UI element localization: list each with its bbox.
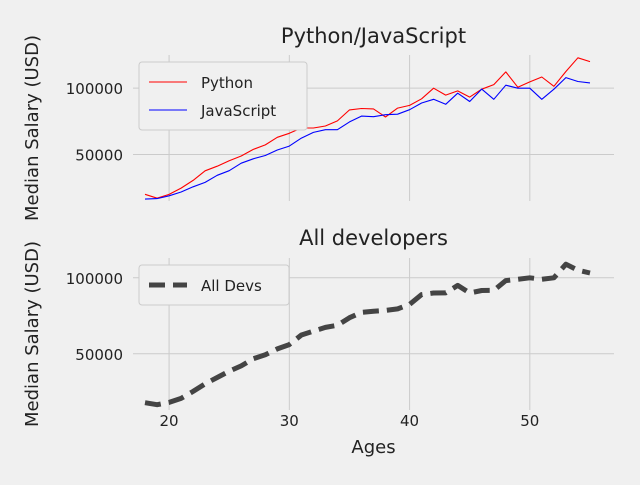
chart-title: All developers — [299, 226, 448, 250]
x-axis-label: Ages — [351, 437, 395, 458]
x-tick-label: 40 — [400, 412, 419, 430]
x-tick-label: 30 — [280, 412, 299, 430]
y-axis-label: Median Salary (USD) — [22, 35, 43, 221]
y-tick-label: 50000 — [75, 346, 123, 364]
chart-title: Python/JavaScript — [281, 24, 466, 48]
legend: Python JavaScript — [138, 61, 308, 131]
legend-label-javascript: JavaScript — [200, 102, 276, 120]
legend: All Devs — [138, 264, 290, 306]
x-tick-label: 50 — [520, 412, 539, 430]
chart-svg: 50000 100000 Python/JavaScript Median Sal… — [0, 0, 640, 480]
y-tick-label: 100000 — [66, 80, 123, 98]
y-tick-label: 50000 — [75, 147, 123, 165]
y-axis-label: Median Salary (USD) — [22, 241, 43, 427]
x-tick-label: 20 — [160, 412, 179, 430]
legend-label-all-devs: All Devs — [201, 277, 262, 295]
legend-label-python: Python — [201, 74, 253, 92]
figure: 50000 100000 Python/JavaScript Median Sal… — [0, 0, 640, 480]
y-tick-label: 100000 — [66, 270, 123, 288]
